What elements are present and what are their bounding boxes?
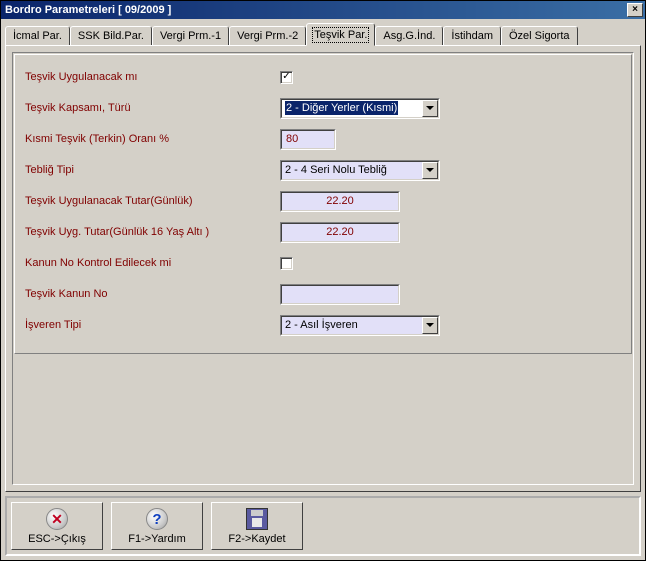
input-tesvik-kanun-no[interactable] [280, 284, 400, 305]
label-kanun-kontrol: Kanun No Kontrol Edilecek mi [25, 257, 280, 269]
chevron-down-icon[interactable] [422, 162, 438, 179]
help-icon: ? [145, 507, 169, 531]
label-tesvik-tutar-16: Teşvik Uyg. Tutar(Günlük 16 Yaş Altı ) [25, 226, 280, 238]
titlebar: Bordro Parametreleri [ 09/2009 ] × [1, 1, 645, 19]
input-tesvik-tutar-16[interactable]: 22.20 [280, 222, 400, 243]
window-title: Bordro Parametreleri [ 09/2009 ] [5, 4, 627, 16]
label-tesvik-kanun-no: Teşvik Kanun No [25, 288, 280, 300]
tab-ozel-sigorta[interactable]: Özel Sigorta [501, 26, 578, 45]
tab-icmal-par[interactable]: İcmal Par. [5, 26, 70, 45]
form-groupbox-inner: Teşvik Uygulanacak mı ✓ Teşvik Kapsamı, … [14, 54, 632, 354]
dropdown-teblig-tipi[interactable]: 2 - 4 Seri Nolu Tebliğ [280, 160, 440, 181]
tab-content: Teşvik Uygulanacak mı ✓ Teşvik Kapsamı, … [5, 45, 641, 492]
dropdown-isveren-tipi[interactable]: 2 - Asıl İşveren [280, 315, 440, 336]
chevron-down-icon[interactable] [422, 317, 438, 334]
label-kismi-tesvik-oran: Kısmi Teşvik (Terkin) Oranı % [25, 133, 280, 145]
label-isveren-tipi: İşveren Tipi [25, 319, 280, 331]
tabs-row: İcmal Par. SSK Bild.Par. Vergi Prm.-1 Ve… [1, 19, 645, 45]
f2-save-button[interactable]: F2->Kaydet [211, 502, 303, 550]
button-bar: ✕ ESC->Çıkış ? F1->Yardım F2->Kaydet [5, 496, 641, 556]
tab-vergi-prm-2[interactable]: Vergi Prm.-2 [229, 26, 306, 45]
window: Bordro Parametreleri [ 09/2009 ] × İcmal… [0, 0, 646, 561]
esc-exit-button[interactable]: ✕ ESC->Çıkış [11, 502, 103, 550]
label-tesvik-kapsami: Teşvik Kapsamı, Türü [25, 102, 280, 114]
f1-help-button[interactable]: ? F1->Yardım [111, 502, 203, 550]
input-kismi-tesvik-oran[interactable]: 80 [280, 129, 336, 150]
label-tesvik-uygulanacak: Teşvik Uygulanacak mı [25, 71, 280, 83]
tab-asg-g-ind[interactable]: Asg.G.İnd. [375, 26, 443, 45]
checkbox-tesvik-uygulanacak[interactable]: ✓ [280, 71, 293, 84]
input-tesvik-tutar[interactable]: 22.20 [280, 191, 400, 212]
tab-ssk-bild-par[interactable]: SSK Bild.Par. [70, 26, 152, 45]
chevron-down-icon[interactable] [422, 100, 438, 117]
tab-istihdam[interactable]: İstihdam [443, 26, 501, 45]
close-icon: × [632, 5, 638, 15]
label-tesvik-tutar: Teşvik Uygulanacak Tutar(Günlük) [25, 195, 280, 207]
tab-tesvik-par[interactable]: Teşvik Par. [306, 23, 375, 46]
save-icon [245, 507, 269, 531]
close-icon: ✕ [45, 507, 69, 531]
checkbox-kanun-kontrol[interactable] [280, 257, 293, 270]
form-groupbox: Teşvik Uygulanacak mı ✓ Teşvik Kapsamı, … [12, 52, 634, 485]
label-teblig-tipi: Tebliğ Tipi [25, 164, 280, 176]
tab-vergi-prm-1[interactable]: Vergi Prm.-1 [152, 26, 229, 45]
dropdown-tesvik-kapsami[interactable]: 2 - Diğer Yerler (Kısmi) [280, 98, 440, 119]
close-button[interactable]: × [627, 3, 643, 17]
